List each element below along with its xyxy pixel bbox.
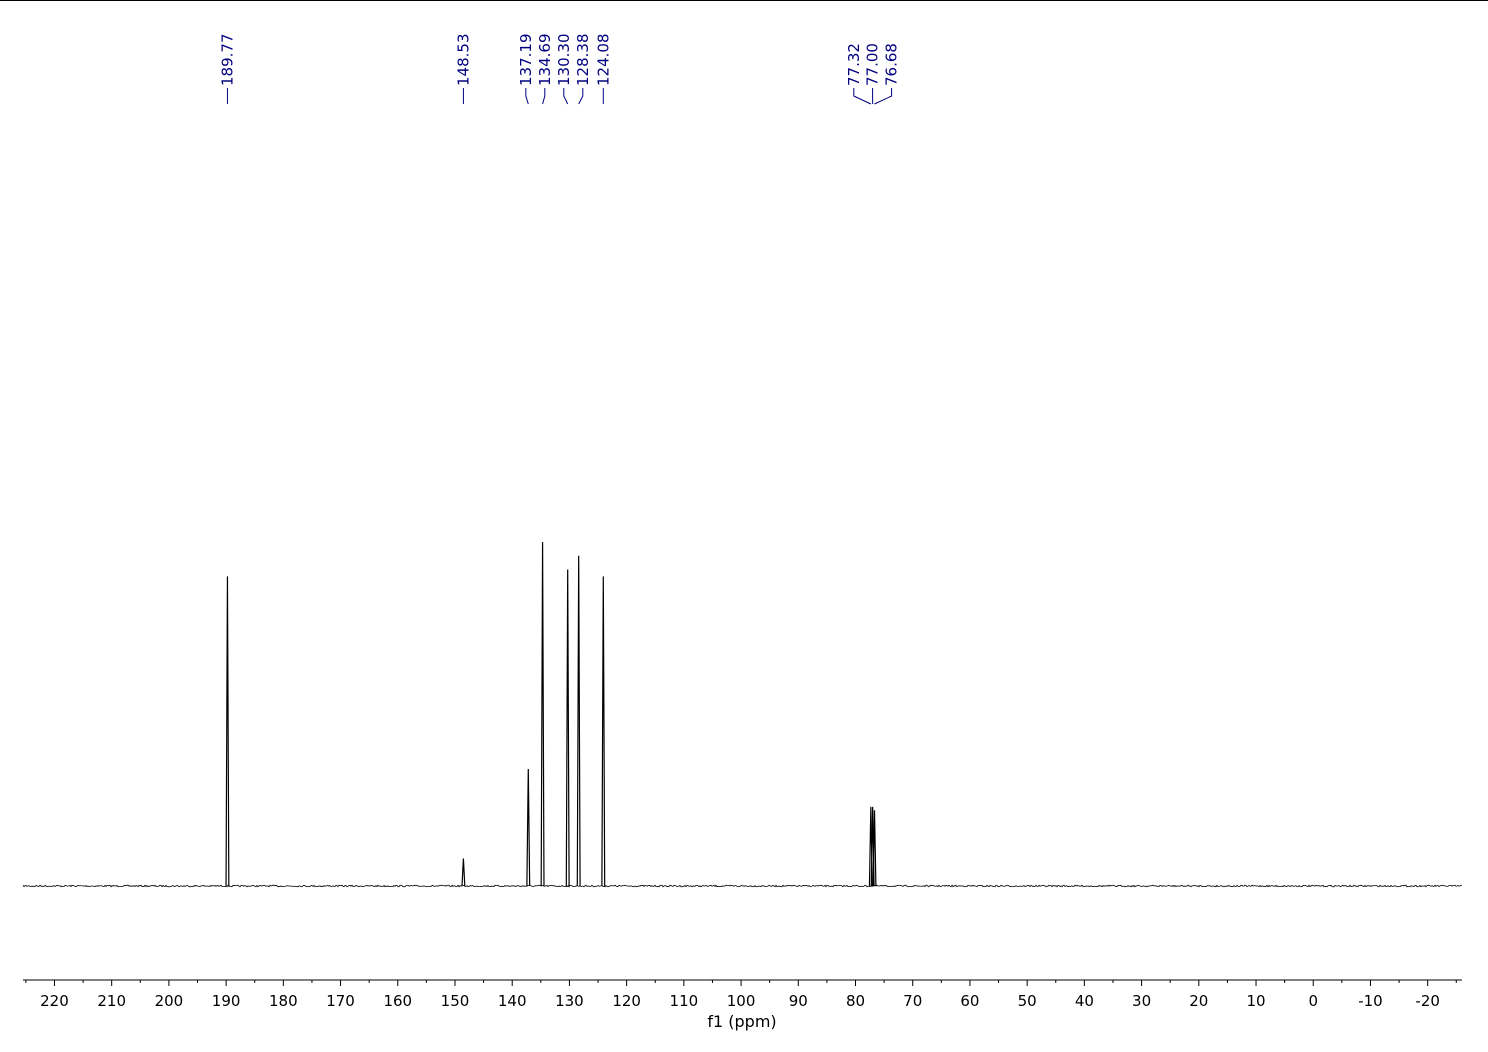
- x-tick-label: 190: [212, 992, 241, 1010]
- x-tick-label: 200: [155, 992, 184, 1010]
- x-tick-label: 80: [846, 992, 865, 1010]
- x-tick-label: 90: [789, 992, 808, 1010]
- nmr-spectrum-chart: 189.77 148.53 137.19 134.69 130.30 128.38 124.…: [22, 34, 1463, 1031]
- x-tick-label: 140: [498, 992, 527, 1010]
- x-tick-label: 180: [269, 992, 298, 1010]
- peak-1: [461, 858, 466, 887]
- peak-4: [565, 569, 570, 887]
- peak-label: 76.68: [883, 43, 901, 86]
- spectrum-trace-layer: [22, 541, 1463, 888]
- x-axis-title: f1 (ppm): [707, 1012, 776, 1031]
- peak-label-connector: [853, 88, 872, 105]
- peak-0: [225, 576, 230, 887]
- peak-label: 124.08: [594, 34, 612, 87]
- x-tick-label: 110: [670, 992, 699, 1010]
- peak-label: 189.77: [218, 34, 236, 87]
- x-tick-label: 130: [555, 992, 584, 1010]
- x-tick-label: 220: [40, 992, 69, 1010]
- peak-3: [540, 541, 545, 887]
- x-tick-label: 100: [727, 992, 756, 1010]
- peak-label-connector: [542, 88, 546, 105]
- peak-label: 130.30: [555, 34, 573, 87]
- x-tick-label: 70: [903, 992, 922, 1010]
- x-tick-label: 50: [1018, 992, 1037, 1010]
- peak-label-connector: [563, 88, 569, 105]
- x-tick-label: 20: [1189, 992, 1208, 1010]
- x-tick-label: -10: [1358, 992, 1383, 1010]
- baseline-trace: [22, 884, 1463, 888]
- x-tick-label: 0: [1308, 992, 1318, 1010]
- x-axis: 220 210 200 190 180 170 160 150 140 130 120 110 100 9…: [23, 979, 1462, 1010]
- x-tick-label: 30: [1132, 992, 1151, 1010]
- x-tick-label: 160: [383, 992, 412, 1010]
- peak-label: 128.38: [574, 34, 592, 87]
- peak-label: 134.69: [536, 34, 554, 87]
- peak-label: 148.53: [454, 34, 472, 87]
- peak-6: [601, 576, 606, 887]
- peak-label: 77.32: [845, 43, 863, 86]
- x-tick-label: 210: [97, 992, 126, 1010]
- x-tick-label: -20: [1415, 992, 1440, 1010]
- peak-2: [526, 769, 531, 887]
- peak-5: [576, 555, 581, 887]
- peak-label: 77.00: [864, 43, 882, 86]
- peak-label-layer: 189.77 148.53 137.19 134.69 130.30 128.38 124.…: [218, 34, 901, 105]
- peak-label-connector: [525, 88, 529, 105]
- x-tick-label: 150: [441, 992, 470, 1010]
- peak-label-connector: [578, 88, 584, 105]
- x-tick-label: 40: [1075, 992, 1094, 1010]
- peak-label-connector: [874, 88, 893, 105]
- peak-label: 137.19: [517, 34, 535, 87]
- x-tick-label: 170: [326, 992, 355, 1010]
- x-tick-label: 10: [1246, 992, 1265, 1010]
- x-tick-label: 60: [960, 992, 979, 1010]
- x-tick-label: 120: [612, 992, 641, 1010]
